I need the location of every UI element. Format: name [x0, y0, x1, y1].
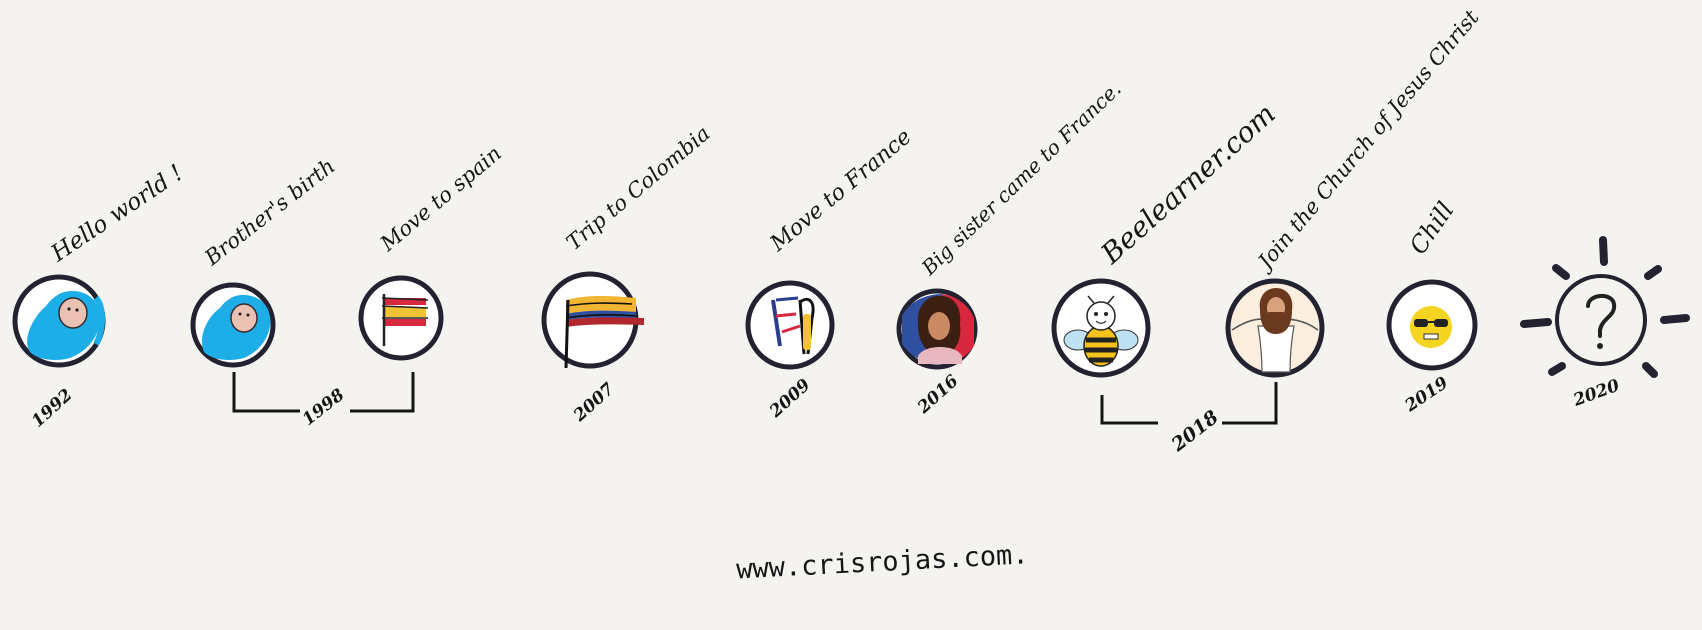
year-1992: 1992	[28, 385, 77, 432]
caption-chill: Chill	[1404, 197, 1460, 260]
event-hello-world	[12, 274, 106, 368]
year-2007: 2007	[569, 379, 618, 426]
year-2019: 2019	[1401, 373, 1452, 417]
event-ring	[745, 280, 835, 370]
event-ring	[1555, 274, 1647, 366]
year-1998: 1998	[299, 385, 349, 430]
event-future	[1520, 236, 1690, 378]
year-2018: 2018	[1167, 406, 1223, 457]
event-beelearner	[1051, 278, 1151, 378]
caption-big-sister: Big sister came to France.	[916, 77, 1126, 281]
caption-brothers-birth: Brother's birth	[200, 154, 340, 271]
event-chill	[1386, 279, 1478, 371]
sunglasses-emoji-icon	[1410, 306, 1452, 348]
website-url: www.crisrojas.com.	[735, 539, 1029, 585]
event-move-to-france	[745, 280, 835, 370]
caption-move-to-spain: Move to spain	[375, 141, 506, 256]
timeline-canvas: Hello world ! Brother's birth Move to sp…	[12, 5, 1690, 585]
caption-church: Join the Church of Jesus Christ	[1251, 5, 1484, 276]
event-big-sister	[896, 288, 978, 370]
event-brothers-birth	[190, 282, 276, 368]
event-move-to-spain	[358, 275, 444, 361]
caption-hello-world: Hello world !	[46, 160, 188, 268]
question-sun-icon	[1520, 236, 1690, 378]
caption-move-to-france: Move to France	[765, 125, 916, 258]
girl-portrait-icon	[902, 294, 974, 364]
year-2016: 2016	[913, 371, 962, 418]
caption-trip-to-colombia: Trip to Colombia	[562, 121, 715, 255]
bracket-2018	[1100, 382, 1278, 425]
event-church	[1225, 278, 1325, 378]
year-2020: 2020	[1570, 376, 1622, 411]
caption-beelearner: Beelearner.com	[1094, 97, 1282, 271]
timeline-diagram: Hello world ! Brother's birth Move to sp…	[0, 0, 1702, 630]
event-trip-to-colombia	[541, 271, 644, 369]
year-2009: 2009	[765, 375, 814, 422]
